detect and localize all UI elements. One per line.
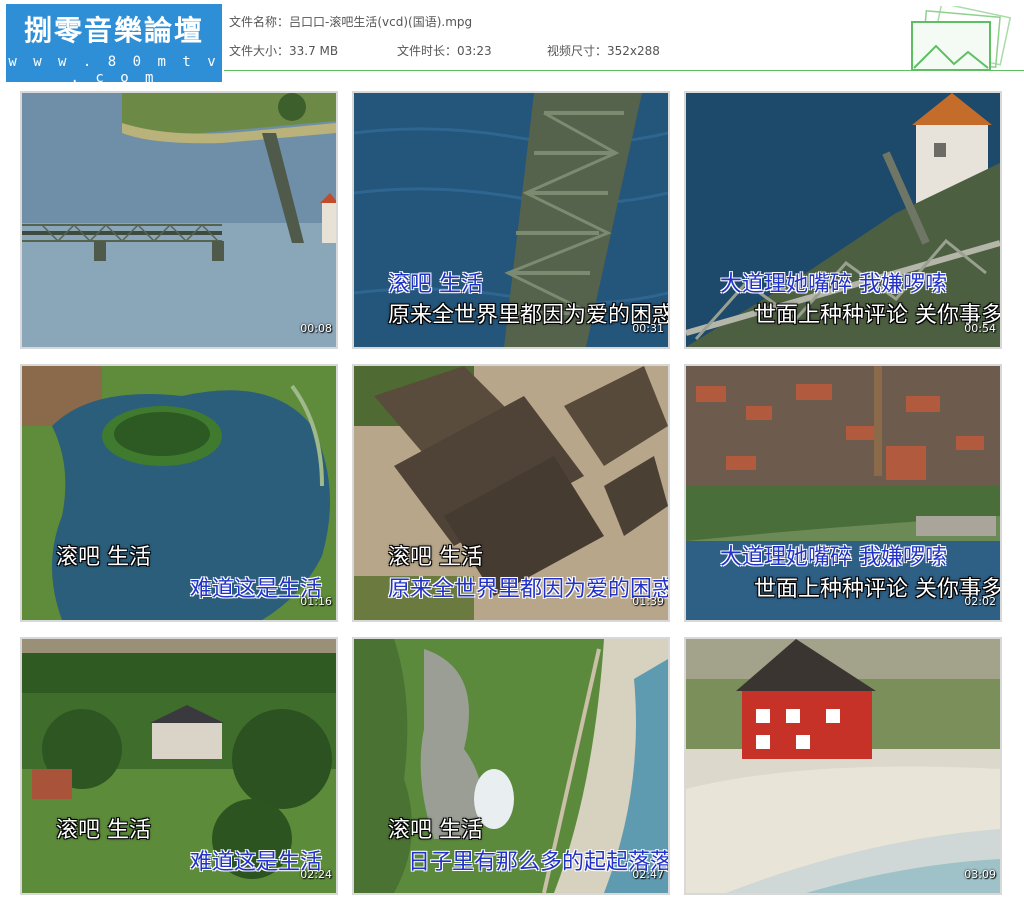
site-logo: 捌零音樂論壇 w w w . 8 0 m t v . c o m (6, 4, 222, 86)
lyric-line: 大道理她嘴碎 我嫌啰嗦 (720, 272, 947, 297)
timestamp: 00:54 (964, 322, 996, 335)
file-duration-value: 03:23 (457, 44, 492, 58)
timestamp: 01:39 (632, 595, 664, 608)
file-duration-row: 文件时长：03:23 (397, 42, 492, 59)
file-duration-label: 文件时长： (397, 44, 458, 58)
thumbnail-9[interactable]: 03:09 (684, 637, 1002, 895)
timestamp: 00:31 (632, 322, 664, 335)
lyric-line: 滚吧 生活 (56, 818, 151, 843)
logo-url: w w w . 8 0 m t v . c o m (8, 54, 220, 86)
lyric-line: 滚吧 生活 (388, 818, 483, 843)
file-size-label: 文件大小： (229, 44, 290, 58)
thumbnail-2[interactable]: 滚吧 生活原来全世界里都因为爱的困惑 00:31 (352, 91, 670, 349)
lyric-line: 原来全世界里都因为爱的困惑 (388, 303, 670, 328)
timestamp: 02:24 (300, 868, 332, 881)
file-name-row: 文件名称：吕口口-滚吧生活(vcd)(国语).mpg (229, 13, 472, 30)
file-size-row: 文件大小：33.7 MB (229, 42, 338, 59)
thumbnail-1[interactable]: 00:08 (20, 91, 338, 349)
file-dims-value: 352x288 (607, 44, 660, 58)
timestamp: 01:16 (300, 595, 332, 608)
thumbnail-5[interactable]: 滚吧 生活原来全世界里都因为爱的困惑 01:39 (352, 364, 670, 622)
lyric-line: 滚吧 生活 (56, 545, 151, 570)
file-dims-label: 视频尺寸： (547, 44, 608, 58)
timestamp: 00:08 (300, 322, 332, 335)
lyric-line: 日子里有那么多的起起落落 (408, 850, 670, 875)
thumbnail-7[interactable]: 滚吧 生活 难道这是生活 02:24 (20, 637, 338, 895)
lyric-line: 滚吧 生活 (388, 272, 483, 297)
timestamp: 02:02 (964, 595, 996, 608)
thumbnail-8[interactable]: 滚吧 生活日子里有那么多的起起落落 02:47 (352, 637, 670, 895)
photos-icon (911, 6, 1012, 71)
timestamp: 03:09 (964, 868, 996, 881)
timestamp: 02:47 (632, 868, 664, 881)
file-size-value: 33.7 MB (289, 44, 339, 58)
lyric-line: 原来全世界里都因为爱的困惑 (388, 577, 670, 602)
thumbnail-3[interactable]: 大道理她嘴碎 我嫌啰嗦 世面上种种评论 关你事多 00:54 (684, 91, 1002, 349)
file-name-label: 文件名称： (229, 15, 290, 29)
file-dims-row: 视频尺寸：352x288 (547, 42, 660, 59)
thumbnail-6[interactable]: 大道理她嘴碎 我嫌啰嗦 世面上种种评论 关你事多 02:02 (684, 364, 1002, 622)
header-divider (224, 70, 1024, 71)
file-name-value: 吕口口-滚吧生活(vcd)(国语).mpg (289, 15, 473, 29)
lyric-line: 滚吧 生活 (388, 545, 483, 570)
thumbnail-4[interactable]: 滚吧 生活 难道这是生活 01:16 (20, 364, 338, 622)
logo-title: 捌零音樂論壇 (23, 14, 204, 47)
lyric-line: 大道理她嘴碎 我嫌啰嗦 (720, 545, 947, 570)
